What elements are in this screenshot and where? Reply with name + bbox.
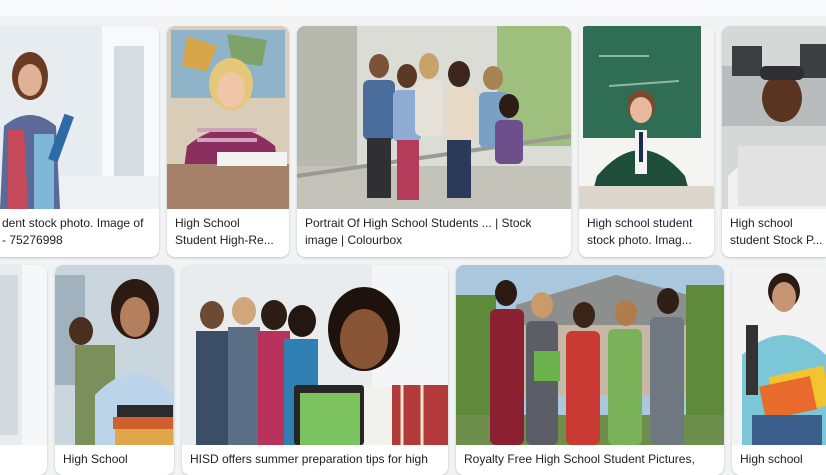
result-caption[interactable]: High school [740,451,826,468]
result-caption[interactable]: Royalty Free High School Student Picture… [464,451,718,468]
result-caption[interactable]: dent stock photo. Image of - 75276998 [2,215,153,249]
result-caption[interactable]: High school student stock photo. Imag... [587,215,708,249]
image-thumbnail[interactable] [456,265,724,445]
image-result-card[interactable]: HISD offers summer preparation tips for … [182,265,448,475]
image-result-card[interactable]: High School Student High-Re... [167,26,289,257]
result-caption[interactable]: HISD offers summer preparation tips for … [190,451,442,468]
result-caption[interactable]: Portrait Of High School Students ... | S… [305,215,565,249]
image-result-card[interactable] [0,265,47,475]
image-result-card[interactable]: High school student Stock P... [722,26,826,257]
image-thumbnail[interactable] [167,26,289,209]
image-thumbnail[interactable] [579,26,714,209]
image-thumbnail[interactable] [297,26,571,209]
image-result-card[interactable]: High school student stock photo. Imag... [579,26,714,257]
result-caption[interactable]: High School [63,451,168,468]
image-thumbnail[interactable] [55,265,174,445]
top-bar [0,0,826,16]
result-caption[interactable]: High school student Stock P... [730,215,826,249]
image-result-card[interactable]: Royalty Free High School Student Picture… [456,265,724,475]
image-thumbnail[interactable] [182,265,448,445]
image-result-card[interactable]: dent stock photo. Image of - 75276998 [0,26,159,257]
image-result-card[interactable]: Portrait Of High School Students ... | S… [297,26,571,257]
image-thumbnail[interactable] [0,265,47,445]
result-caption[interactable]: High School Student High-Re... [175,215,283,249]
image-thumbnail[interactable] [722,26,826,209]
image-thumbnail[interactable] [732,265,826,445]
image-thumbnail[interactable] [0,26,159,209]
image-result-card[interactable]: High School [55,265,174,475]
image-result-card[interactable]: High school [732,265,826,475]
